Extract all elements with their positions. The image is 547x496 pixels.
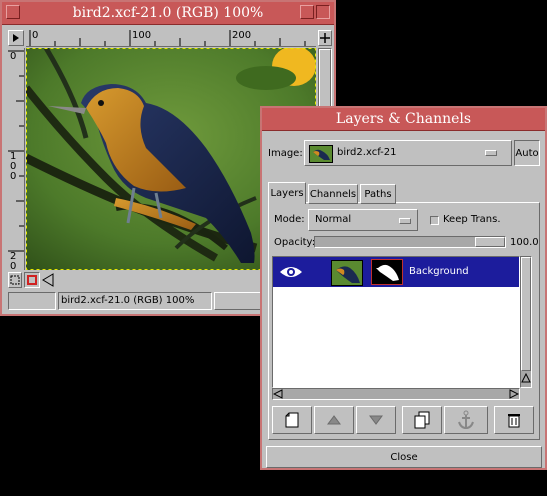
layer-row-background[interactable]: Background: [273, 257, 519, 287]
ruler-left-label-100: 1 0 0: [10, 151, 17, 182]
quickmask-off-button[interactable]: [8, 272, 22, 288]
tab-layers[interactable]: Layers: [268, 182, 306, 204]
image-window-titlebar[interactable]: bird2.xcf-21.0 (RGB) 100%: [2, 2, 334, 25]
new-page-icon: [285, 412, 299, 428]
status-text: bird2.xcf-21.0 (RGB) 100%: [61, 295, 195, 306]
image-select-value: bird2.xcf-21: [337, 147, 397, 158]
opacity-slider[interactable]: [314, 236, 506, 248]
vertical-ruler[interactable]: 0 1 0 0 2 0: [8, 48, 25, 272]
scroll-right-icon[interactable]: [509, 389, 519, 399]
duplicate-layer-button[interactable]: [402, 406, 442, 434]
layers-hscrollbar[interactable]: [272, 388, 520, 400]
delete-layer-button[interactable]: [494, 406, 534, 434]
status-bar: bird2.xcf-21.0 (RGB) 100%: [58, 292, 212, 310]
red-square-icon: [27, 275, 37, 285]
layer-name: Background: [409, 266, 469, 277]
bird-mask-icon: [376, 264, 399, 281]
lower-layer-button[interactable]: [356, 406, 396, 434]
horizontal-ruler[interactable]: 0 100 200: [26, 30, 316, 47]
layers-dialog-title: Layers & Channels: [335, 111, 472, 127]
layers-vscrollbar-thumb[interactable]: [521, 257, 531, 371]
navigate-button[interactable]: [318, 30, 332, 46]
scroll-up-icon[interactable]: [521, 373, 531, 383]
tab-paths-label: Paths: [364, 188, 392, 200]
dotted-square-icon: [10, 275, 20, 285]
mode-select[interactable]: Normal: [308, 209, 418, 231]
layer-thumbnail: [331, 260, 363, 286]
image-window-title: bird2.xcf-21.0 (RGB) 100%: [72, 5, 264, 21]
scroll-left-icon[interactable]: [42, 273, 54, 287]
close-button[interactable]: Close: [266, 446, 542, 468]
auto-button[interactable]: Auto: [514, 140, 540, 166]
close-button-label: Close: [390, 451, 418, 463]
tab-channels-label: Channels: [309, 188, 357, 200]
anchor-icon: [458, 410, 474, 430]
image-thumbnail: [309, 145, 333, 163]
layers-dialog-titlebar[interactable]: Layers & Channels: [262, 108, 545, 131]
anchor-layer-button[interactable]: [444, 406, 488, 434]
layers-vscrollbar[interactable]: [520, 256, 532, 388]
keep-trans-label: Keep Trans.: [443, 214, 501, 225]
ruler-left-label-0: 0: [10, 51, 17, 62]
image-select-arrow: [485, 150, 497, 156]
tab-channels[interactable]: Channels: [308, 184, 358, 204]
image-menu-button[interactable]: [8, 30, 24, 46]
tab-paths[interactable]: Paths: [360, 184, 396, 204]
arrow-down-icon: [369, 415, 383, 425]
opacity-label: Opacity:: [274, 237, 316, 248]
layers-list[interactable]: Background: [272, 256, 520, 388]
ruler-top-label-200: 200: [232, 30, 252, 41]
auto-label: Auto: [515, 147, 539, 159]
arrow-up-icon: [327, 415, 341, 425]
ruler-top-label-100: 100: [132, 30, 152, 41]
opacity-slider-handle[interactable]: [475, 237, 505, 247]
trash-icon: [508, 414, 520, 428]
raise-layer-button[interactable]: [314, 406, 354, 434]
mode-select-value: Normal: [315, 214, 352, 225]
image-select[interactable]: bird2.xcf-21: [304, 140, 512, 166]
layers-dialog: Layers & Channels Image: bird2.xcf-21 Au…: [260, 106, 547, 470]
status-left-field: [8, 292, 56, 310]
maximize-button[interactable]: [316, 5, 330, 19]
opacity-value: 100.0: [510, 237, 539, 248]
ruler-top-label-0: 0: [32, 30, 39, 41]
mode-label: Mode:: [274, 214, 305, 225]
arrow-right-icon: [13, 34, 19, 42]
ruler-left-label-200: 2 0: [10, 251, 17, 272]
eye-icon[interactable]: [279, 265, 303, 279]
keep-trans-checkbox[interactable]: [430, 216, 439, 225]
layer-mask-thumbnail[interactable]: [371, 259, 403, 285]
tab-layers-label: Layers: [270, 188, 304, 199]
quickmask-on-button[interactable]: [24, 272, 40, 288]
cross-arrows-icon: [320, 33, 330, 43]
duplicate-icon: [414, 411, 430, 429]
scroll-left-icon[interactable]: [273, 389, 283, 399]
image-label: Image:: [268, 148, 303, 159]
new-layer-button[interactable]: [272, 406, 312, 434]
mode-select-arrow: [399, 218, 411, 224]
minimize-button[interactable]: [300, 5, 314, 19]
